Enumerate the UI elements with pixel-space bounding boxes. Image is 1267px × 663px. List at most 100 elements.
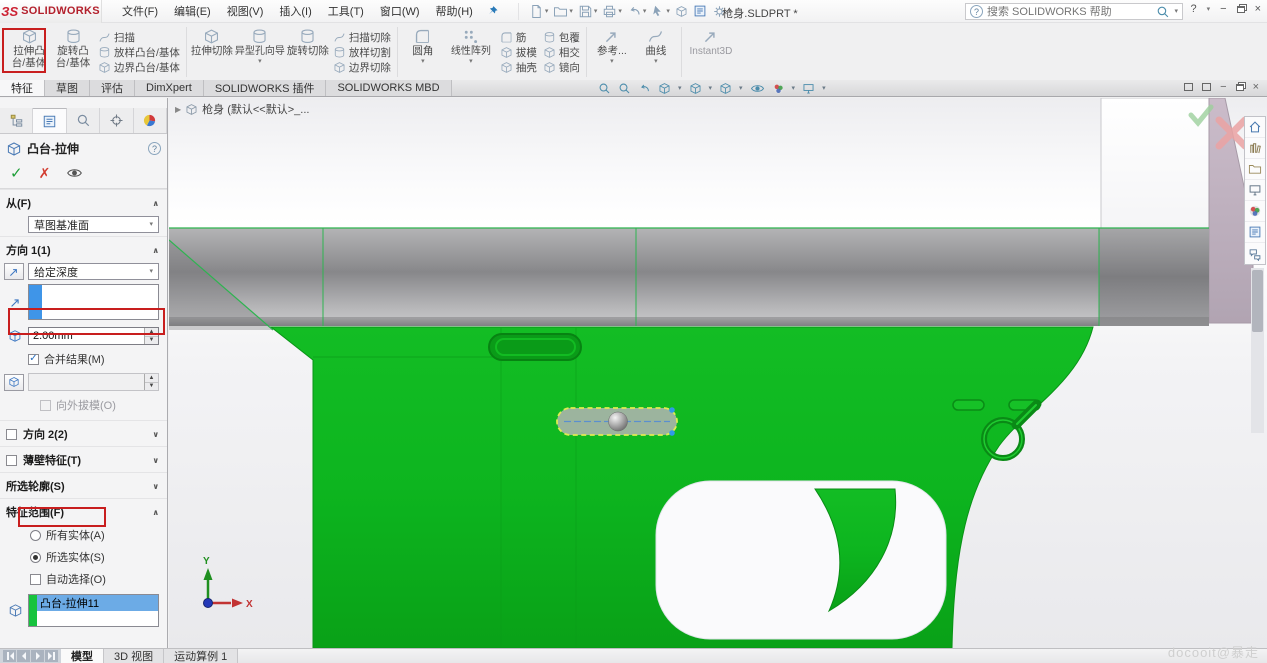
tab-solidworks-addins[interactable]: SOLIDWORKS 插件 xyxy=(203,80,327,96)
scrollbar-thumb[interactable] xyxy=(1252,270,1263,332)
chevron-down-icon[interactable]: ▾ xyxy=(1207,6,1211,13)
lofted-cut-button[interactable]: 放样切割 xyxy=(333,45,391,59)
dimxpert-manager-tab[interactable] xyxy=(100,108,134,133)
reference-geometry-button[interactable]: 参考... ▾ xyxy=(591,26,633,78)
shell-button[interactable]: 抽壳 xyxy=(500,60,537,74)
tab-features[interactable]: 特征 xyxy=(0,80,45,96)
gray-band-right-face[interactable] xyxy=(1099,228,1209,326)
open-button[interactable]: ▾ xyxy=(551,3,575,20)
view-palette-button[interactable] xyxy=(1245,180,1265,201)
tab-evaluate[interactable]: 评估 xyxy=(90,80,135,96)
reverse-direction-button[interactable] xyxy=(4,263,24,280)
chevron-down-icon[interactable]: ▾ xyxy=(822,85,826,92)
wrap-button[interactable]: 包覆 xyxy=(543,30,580,44)
depth-spinner[interactable]: ▲ ▼ xyxy=(144,328,158,344)
feature-tree-node-label[interactable]: 枪身 (默认<<默认>_... xyxy=(202,101,309,117)
lofted-boss-button[interactable]: 放样凸台/基体 xyxy=(98,45,180,59)
curves-button[interactable]: 曲线 ▾ xyxy=(635,26,677,78)
revolve-cut-button[interactable]: 旋转切除 xyxy=(287,26,329,78)
display-style-button[interactable] xyxy=(719,82,732,95)
appearances-scenes-button[interactable] xyxy=(1245,201,1265,222)
spin-up-icon[interactable]: ▲ xyxy=(145,328,158,336)
extrude-boss-button[interactable]: 拉伸凸台/基体 xyxy=(8,26,50,78)
section-thin-feature[interactable]: ✓薄壁特征(T)∨ xyxy=(0,446,167,472)
end-condition-dropdown[interactable]: 给定深度 ▾ xyxy=(28,263,159,280)
tab-sketch[interactable]: 草图 xyxy=(45,80,90,96)
search-input[interactable] xyxy=(987,5,1153,18)
doc-minimize-button[interactable]: − xyxy=(1220,81,1226,93)
display-manager-tab[interactable] xyxy=(133,108,168,133)
configuration-manager-tab[interactable] xyxy=(66,108,101,133)
model-canvas[interactable]: Y X xyxy=(169,98,1267,648)
first-tab-button[interactable] xyxy=(3,650,16,662)
last-tab-button[interactable] xyxy=(45,650,58,662)
app-help-button[interactable]: ? xyxy=(1190,3,1196,15)
solidworks-resources-button[interactable] xyxy=(1245,117,1265,138)
doc-close-button[interactable]: × xyxy=(1253,81,1259,93)
zoom-area-button[interactable] xyxy=(618,82,631,95)
sketch-sphere-handle[interactable] xyxy=(608,411,628,432)
depth-input[interactable]: 2.00mm ▲ ▼ xyxy=(28,327,159,345)
body-list-item[interactable]: 凸台-拉伸11 xyxy=(37,595,158,611)
intersect-button[interactable]: 相交 xyxy=(543,45,580,59)
doc-restore-button[interactable] xyxy=(1235,83,1244,91)
from-dropdown[interactable]: 草图基准面 ▾ xyxy=(28,216,159,233)
chevron-down-icon[interactable]: ▾ xyxy=(678,85,682,92)
direction2-checkbox[interactable]: ✓ xyxy=(6,428,17,440)
save-button[interactable]: ▾ xyxy=(576,3,600,20)
menu-file[interactable]: 文件(F) xyxy=(114,0,166,23)
section-from[interactable]: 从(F) ∧ xyxy=(0,189,167,215)
close-button[interactable]: × xyxy=(1255,3,1261,15)
selected-sketch-slot[interactable] xyxy=(556,407,678,436)
view-orientation-button[interactable] xyxy=(689,82,702,95)
view-settings-button[interactable] xyxy=(802,82,815,95)
section-feature-scope[interactable]: 特征范围(F) ∧ xyxy=(0,498,167,524)
sketch-vertex-handle[interactable] xyxy=(669,430,675,436)
auto-select-checkbox[interactable]: ✓ xyxy=(30,573,41,585)
tab-dimxpert[interactable]: DimXpert xyxy=(135,80,204,96)
swept-boss-button[interactable]: 扫描 xyxy=(98,30,180,44)
pin-menu-icon[interactable] xyxy=(487,5,500,18)
rib-button[interactable]: 筋 xyxy=(500,30,537,44)
bodies-list-box[interactable]: 凸台-拉伸11 xyxy=(28,594,159,627)
menu-window[interactable]: 窗口(W) xyxy=(372,0,428,23)
tab-solidworks-mbd[interactable]: SOLIDWORKS MBD xyxy=(326,80,452,96)
search-box[interactable]: ? ▾ xyxy=(965,3,1183,20)
tab-motion-study[interactable]: 运动算例 1 xyxy=(164,649,239,663)
preview-eye-button[interactable] xyxy=(66,167,83,179)
menu-tools[interactable]: 工具(T) xyxy=(320,0,372,23)
hole-wizard-button[interactable]: 异型孔向导 ▾ xyxy=(235,26,285,78)
section-selected-contours[interactable]: 所选轮廓(S) ∨ xyxy=(0,472,167,498)
tab-model[interactable]: 模型 xyxy=(61,649,104,663)
graphics-viewport[interactable]: Y X ▶ 枪身 (默认<<默认>_... xyxy=(169,98,1267,648)
design-library-button[interactable] xyxy=(1245,138,1265,159)
chevron-down-icon[interactable]: ▾ xyxy=(739,85,743,92)
emboss-dash-1[interactable] xyxy=(952,399,985,411)
section-view-button[interactable] xyxy=(658,82,671,95)
chevron-down-icon[interactable]: ▾ xyxy=(792,85,796,92)
flyout-feature-tree[interactable]: ▶ 枪身 (默认<<默认>_... xyxy=(175,101,309,117)
direction-selection-box[interactable] xyxy=(28,284,159,320)
expand-arrow-icon[interactable]: ▶ xyxy=(175,105,181,114)
previous-view-button[interactable] xyxy=(638,82,651,95)
section-direction1[interactable]: 方向 1(1) ∧ xyxy=(0,236,167,262)
extrude-cut-button[interactable]: 拉伸切除 xyxy=(191,26,233,78)
new-document-button[interactable]: ▾ xyxy=(527,3,551,20)
zoom-fit-button[interactable] xyxy=(598,82,611,95)
chevron-down-icon[interactable]: ▾ xyxy=(1174,8,1178,15)
swept-cut-button[interactable]: 扫描切除 xyxy=(333,30,391,44)
draft-toggle-button[interactable] xyxy=(4,373,24,391)
pane-right-icon[interactable] xyxy=(1202,83,1212,91)
tab-3d-views[interactable]: 3D 视图 xyxy=(104,649,165,663)
menu-edit[interactable]: 编辑(E) xyxy=(166,0,219,23)
print-button[interactable]: ▾ xyxy=(600,3,624,20)
edit-appearance-button[interactable] xyxy=(772,82,785,95)
gray-band-face[interactable] xyxy=(169,228,1099,326)
pm-help-button[interactable]: ? xyxy=(148,142,161,155)
all-bodies-radio[interactable] xyxy=(30,529,41,541)
ok-button[interactable]: ✓ xyxy=(10,164,23,182)
instant3d-button[interactable]: Instant3D xyxy=(686,26,736,78)
boundary-cut-button[interactable]: 边界切除 xyxy=(333,60,391,74)
thin-feature-checkbox[interactable]: ✓ xyxy=(6,454,17,466)
property-manager-tab[interactable] xyxy=(33,108,67,133)
